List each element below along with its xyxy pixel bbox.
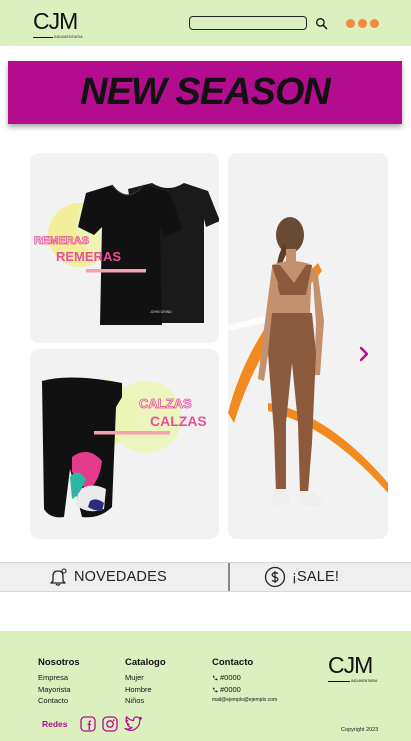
dollar-icon (264, 566, 286, 588)
logo-underline (33, 37, 53, 38)
search-icon[interactable] (315, 17, 328, 30)
leggings-image (42, 377, 182, 518)
calzas-label: CALZAS (150, 413, 207, 429)
footer-link-mujer[interactable]: Mujer (125, 672, 166, 684)
footer-col-catalogo: Catalogo Mujer Hombre Niños (125, 657, 166, 707)
facebook-icon[interactable] (79, 716, 96, 732)
footer-phone-2[interactable]: #0000 (212, 684, 277, 696)
footer-logo-underline (328, 681, 350, 682)
footer-nosotros-title: Nosotros (38, 657, 80, 668)
phone-1-text: #0000 (220, 673, 241, 682)
footer-contacto-title: Contacto (212, 657, 254, 668)
brand-logo[interactable]: CJM INDUMENTARIA (33, 10, 85, 40)
footer-link-hombre[interactable]: Hombre (125, 684, 166, 696)
nav-sale[interactable]: ¡SALE! (264, 563, 339, 591)
phone-icon (212, 687, 218, 692)
copyright: Copyright 2023 (341, 727, 379, 733)
menu-dot (358, 19, 367, 28)
nav-novedades[interactable]: NOVEDADES (48, 563, 167, 591)
footer-logo[interactable]: CJM INDUMENTARIA (328, 654, 382, 684)
footer-socials: Redes (42, 716, 142, 732)
remeras-label-outline: REMERAS (34, 235, 90, 248)
footer-link-ninos[interactable]: Niños (125, 695, 166, 707)
category-card-calzas[interactable]: CALZAS CALZAS (30, 349, 219, 539)
logo-text: CJM (33, 8, 78, 34)
footer-col-contacto: Contacto #0000 #0000 mail@ejemplo@ejempl… (212, 657, 277, 706)
nav-divider (228, 563, 230, 591)
logo-subtitle: INDUMENTARIA (54, 35, 83, 39)
menu-dot (346, 19, 355, 28)
bottom-nav: NOVEDADES ¡SALE! (0, 562, 411, 592)
menu-dot (370, 19, 379, 28)
footer-phone-1[interactable]: #0000 (212, 672, 277, 684)
footer-link-mayorista[interactable]: Mayorista (38, 684, 80, 696)
tshirt-brand-label: JOHN GRIND (150, 310, 172, 314)
chevron-right-icon[interactable] (357, 344, 371, 364)
header: CJM INDUMENTARIA (0, 0, 411, 46)
calzas-label-outline: CALZAS (139, 396, 193, 412)
footer-link-empresa[interactable]: Empresa (38, 672, 80, 684)
twitter-icon[interactable] (123, 716, 142, 732)
footer-catalogo-title: Catalogo (125, 657, 166, 668)
instagram-icon[interactable] (101, 716, 118, 732)
phone-2-text: #0000 (220, 684, 241, 694)
bell-icon (50, 568, 67, 586)
new-season-banner[interactable]: NEW SEASON (8, 61, 402, 124)
novedades-label: NOVEDADES (74, 569, 167, 585)
search-input[interactable] (189, 16, 307, 30)
footer-logo-text: CJM (328, 652, 373, 678)
remeras-label: REMERAS (56, 249, 122, 264)
redes-label: Redes (42, 719, 68, 729)
banner-title: NEW SEASON (80, 71, 331, 113)
footer-email[interactable]: mail@ejemplo@ejemplo.com (212, 695, 277, 706)
menu-dots-icon[interactable] (346, 19, 380, 29)
footer-col-nosotros: Nosotros Empresa Mayorista Contacto (38, 657, 80, 707)
tshirt-image: JOHN GRIND (48, 183, 219, 325)
phone-icon (212, 675, 218, 681)
sale-label: ¡SALE! (292, 569, 340, 585)
footer: Nosotros Empresa Mayorista Contacto Cata… (0, 631, 411, 741)
footer-logo-subtitle: INDUMENTARIA (351, 679, 378, 683)
footer-link-contacto[interactable]: Contacto (38, 695, 80, 707)
category-card-remeras[interactable]: JOHN GRIND REMERAS REMERAS (30, 153, 219, 343)
